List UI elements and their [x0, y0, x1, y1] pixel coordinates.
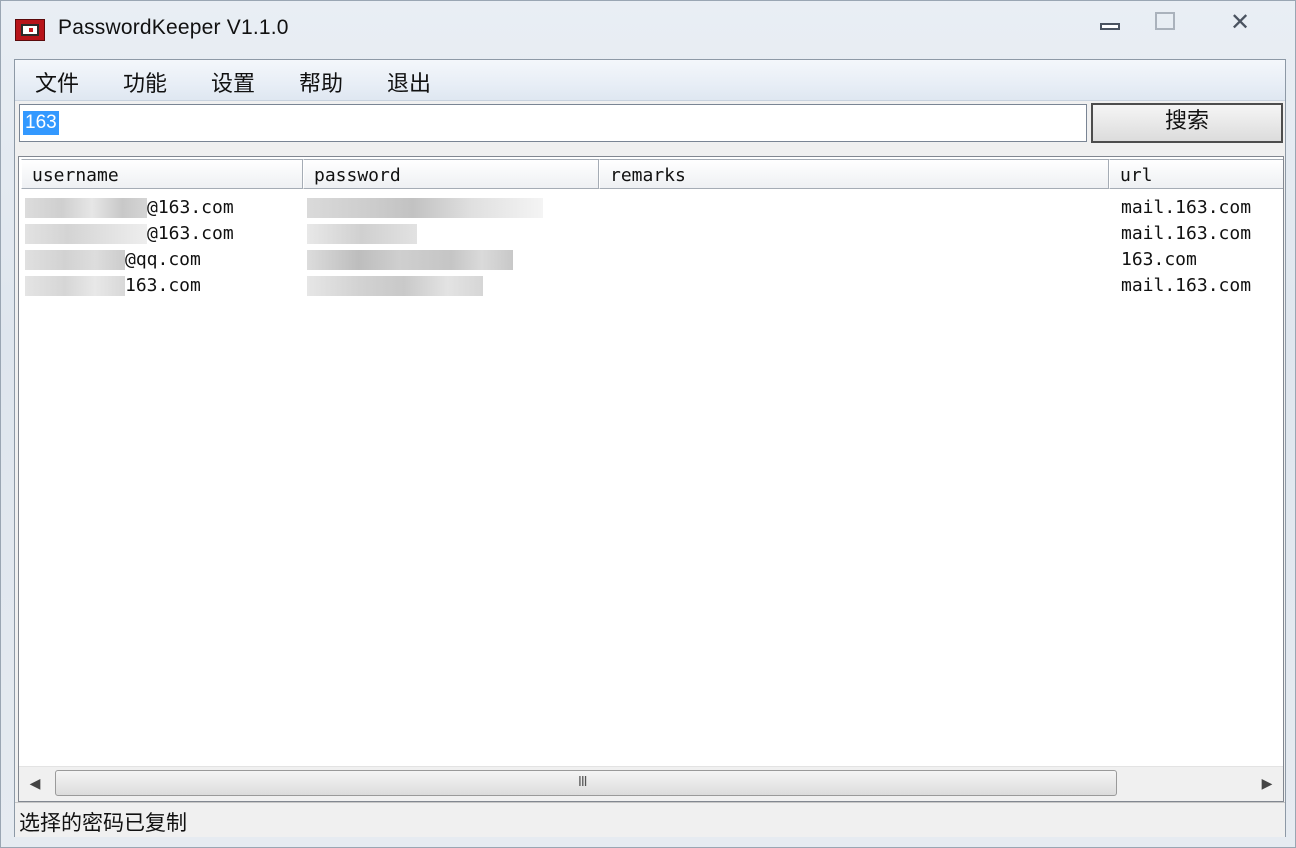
app-window: PasswordKeeper V1.1.0 ✕ 文件 功能 设置 帮助 退出 1…: [0, 0, 1296, 848]
redacted-blur: [25, 224, 147, 244]
menu-settings[interactable]: 设置: [207, 66, 259, 98]
password-cell: [307, 273, 483, 299]
table-row[interactable]: @163.com mail.163.com: [19, 195, 1283, 221]
redacted-blur: [307, 276, 483, 296]
title-bar[interactable]: PasswordKeeper V1.1.0 ✕: [1, 1, 1296, 59]
table-row[interactable]: @qq.com 163.com: [19, 247, 1283, 273]
password-cell: [307, 221, 417, 247]
client-area: 文件 功能 设置 帮助 退出 163 搜索 username password …: [14, 59, 1286, 837]
list-header: username password remarks url: [19, 157, 1283, 191]
scroll-grip-icon: III: [578, 775, 587, 790]
password-cell: [307, 195, 543, 221]
window-title: PasswordKeeper V1.1.0: [58, 16, 289, 39]
scroll-right-icon[interactable]: ▶: [1257, 774, 1277, 794]
maximize-icon[interactable]: [1149, 11, 1183, 35]
menu-exit[interactable]: 退出: [383, 66, 435, 98]
redacted-blur: [307, 224, 417, 244]
column-header-password[interactable]: password: [303, 159, 599, 189]
username-cell: @qq.com: [25, 247, 201, 273]
scrollbar-thumb[interactable]: III: [55, 770, 1117, 796]
menu-help[interactable]: 帮助: [295, 66, 347, 98]
redacted-blur: [25, 276, 125, 296]
url-cell: mail.163.com: [1121, 223, 1252, 244]
menu-bar: 文件 功能 设置 帮助 退出: [15, 60, 1285, 101]
scroll-left-icon[interactable]: ◀: [25, 774, 45, 794]
username-cell: @163.com: [25, 195, 234, 221]
search-button[interactable]: 搜索: [1091, 103, 1283, 143]
menu-file[interactable]: 文件: [31, 66, 83, 98]
password-list[interactable]: username password remarks url @163.com m…: [18, 156, 1284, 802]
redacted-blur: [307, 198, 543, 218]
username-cell: 163.com: [25, 273, 201, 299]
close-icon[interactable]: ✕: [1223, 10, 1257, 35]
column-header-remarks[interactable]: remarks: [599, 159, 1109, 189]
status-bar: 选择的密码已复制: [15, 802, 1285, 837]
redacted-blur: [307, 250, 513, 270]
menu-functions[interactable]: 功能: [119, 66, 171, 98]
url-cell: mail.163.com: [1121, 275, 1252, 296]
table-row[interactable]: @163.com mail.163.com: [19, 221, 1283, 247]
horizontal-scrollbar[interactable]: ◀ III ▶: [19, 766, 1283, 801]
table-row[interactable]: 163.com mail.163.com: [19, 273, 1283, 299]
redacted-blur: [25, 250, 125, 270]
column-header-username[interactable]: username: [21, 159, 303, 189]
search-input[interactable]: 163: [19, 104, 1087, 142]
url-cell: mail.163.com: [1121, 197, 1252, 218]
status-text: 选择的密码已复制: [19, 811, 187, 835]
column-header-url[interactable]: url: [1109, 159, 1283, 189]
minimize-icon[interactable]: [1095, 11, 1129, 35]
url-cell: 163.com: [1121, 249, 1197, 270]
username-cell: @163.com: [25, 221, 234, 247]
search-input-value: 163: [23, 111, 59, 135]
app-icon[interactable]: [15, 19, 45, 41]
redacted-blur: [25, 198, 147, 218]
password-cell: [307, 247, 513, 273]
